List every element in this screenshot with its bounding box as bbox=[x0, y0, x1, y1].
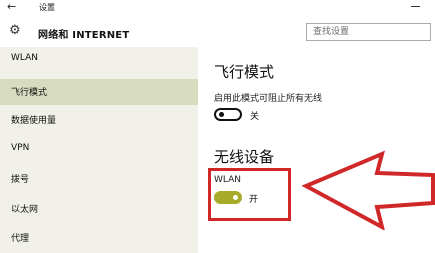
sidebar-item-airplane-mode[interactable]: 飞行模式 bbox=[0, 79, 198, 105]
search-input[interactable] bbox=[307, 24, 435, 40]
sidebar-item-proxy[interactable]: 代理 bbox=[0, 225, 198, 251]
sidebar-item-vpn[interactable]: VPN bbox=[0, 137, 198, 163]
sidebar-item-label: 拨号 bbox=[11, 175, 30, 185]
airplane-mode-toggle[interactable] bbox=[214, 108, 242, 121]
back-arrow-icon[interactable]: ← bbox=[7, 0, 16, 14]
sidebar-item-label: VPN bbox=[11, 143, 30, 153]
sidebar-item-label: WLAN bbox=[11, 53, 39, 63]
annotation-highlight-box bbox=[208, 168, 291, 221]
settings-header: ⚙ 网络和 INTERNET bbox=[0, 15, 435, 47]
sidebar: WLAN 飞行模式 数据使用量 VPN 拨号 以太网 代理 bbox=[0, 47, 198, 253]
search-box[interactable] bbox=[306, 23, 435, 41]
airplane-mode-state: 关 bbox=[250, 112, 260, 122]
minimize-icon[interactable] bbox=[411, 6, 420, 7]
sidebar-item-label: 飞行模式 bbox=[11, 88, 48, 98]
wireless-devices-heading: 无线设备 bbox=[214, 148, 275, 166]
window-title: 设置 bbox=[39, 3, 55, 12]
gear-icon: ⚙ bbox=[9, 23, 21, 38]
title-bar: ← 设置 bbox=[0, 0, 435, 15]
sidebar-item-label: 代理 bbox=[11, 234, 30, 244]
airplane-mode-description: 启用此模式可阻止所有无线 bbox=[214, 94, 323, 104]
sidebar-item-dialup[interactable]: 拨号 bbox=[0, 166, 198, 192]
sidebar-item-label: 以太网 bbox=[11, 205, 39, 215]
airplane-mode-heading: 飞行模式 bbox=[214, 63, 275, 81]
sidebar-item-label: 数据使用量 bbox=[11, 116, 57, 126]
sidebar-item-data-usage[interactable]: 数据使用量 bbox=[0, 107, 198, 133]
sidebar-item-ethernet[interactable]: 以太网 bbox=[0, 196, 198, 222]
toggle-knob bbox=[219, 112, 224, 117]
page-title: 网络和 INTERNET bbox=[38, 30, 130, 41]
arrow-left-icon bbox=[301, 150, 435, 230]
sidebar-item-wlan[interactable]: WLAN bbox=[0, 47, 198, 73]
